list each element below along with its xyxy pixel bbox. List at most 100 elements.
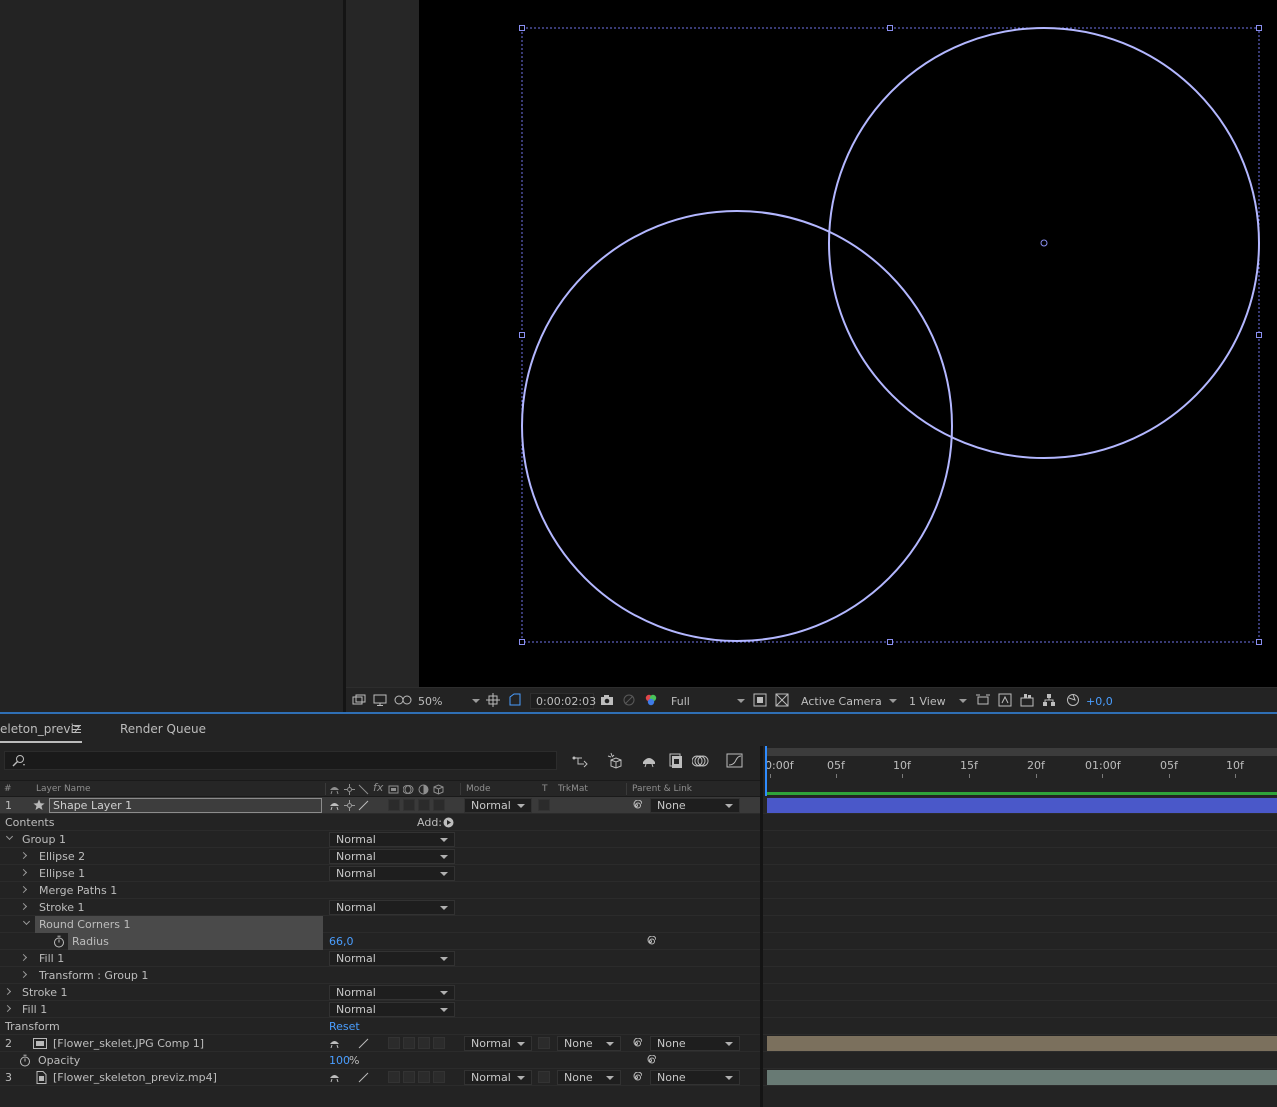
zoom-dropdown[interactable]: 50% [418,693,480,709]
group-fill-blend-dropdown[interactable]: Normal [329,951,455,966]
ellipse-1-row[interactable]: Ellipse 1 Normal [0,865,760,882]
fast-preview-icon[interactable] [753,693,767,707]
timeline-icon[interactable] [1020,693,1034,707]
show-snapshot-icon[interactable] [622,693,636,707]
collapse-chevron-icon[interactable] [19,868,28,877]
layer-row-flower-video[interactable]: 3 [Flower_skeleton_previz.mp4] Normal No… [0,1069,760,1086]
quality-switch-icon[interactable] [358,1038,369,1049]
switch-box[interactable] [433,1037,445,1049]
collapse-chevron-icon[interactable] [19,953,28,962]
switch-box[interactable] [403,1037,415,1049]
layer-row-shape-layer-1[interactable]: 1 Shape Layer 1 Normal None [0,797,760,814]
motion-blur-icon[interactable] [692,752,710,770]
resolution-dropdown[interactable]: Full [671,693,745,709]
timeline-graph[interactable]: 0:00f 05f 10f 15f 20f 01:00f 05f 10f [760,746,1277,1107]
switch-box[interactable] [388,1037,400,1049]
layer-name[interactable]: [Flower_skelet.JPG Comp 1] [53,1037,204,1050]
col-parent[interactable]: Parent & Link [632,784,692,794]
expand-chevron-icon[interactable] [5,832,14,841]
stroke-1-row[interactable]: Stroke 1 Normal [0,984,760,1001]
pickwhip-icon[interactable] [645,936,656,947]
current-time-display[interactable]: 0:00:02:03 [530,693,596,709]
mask-visibility-icon[interactable] [394,693,412,707]
flowchart-icon[interactable] [1042,693,1056,707]
fill-1-row[interactable]: Fill 1 Normal [0,1001,760,1018]
stopwatch-icon[interactable] [19,1054,31,1067]
collapse-switch-icon[interactable] [344,800,355,811]
layer-mode-dropdown[interactable]: Normal [464,1036,532,1051]
work-area-bar[interactable] [767,792,1277,795]
tab-render-queue[interactable]: Render Queue [120,722,206,736]
composition-canvas[interactable] [419,0,1277,687]
region-of-interest-icon[interactable] [508,693,522,707]
add-menu-play-icon[interactable] [443,817,454,828]
pickwhip-icon[interactable] [645,1055,656,1066]
parent-dropdown[interactable]: None [650,1070,740,1085]
transform-row[interactable]: Transform Reset [0,1018,760,1035]
group-1-row[interactable]: Group 1 Normal [0,831,760,848]
col-trkmat[interactable]: TrkMat [558,784,588,794]
current-time-indicator[interactable] [765,746,767,796]
pickwhip-icon[interactable] [631,800,642,811]
collapse-chevron-icon[interactable] [19,902,28,911]
channel-rgb-icon[interactable] [644,693,658,707]
collapse-chevron-icon[interactable] [19,970,28,979]
trkmat-dropdown[interactable]: None [557,1070,621,1085]
frame-blending-icon[interactable] [666,752,684,770]
panel-menu-icon[interactable] [72,725,81,733]
reset-exposure-icon[interactable] [1066,693,1080,707]
preserve-transparency-toggle[interactable] [538,799,550,811]
transform-reset-link[interactable]: Reset [329,1020,360,1033]
quality-switch-icon[interactable] [358,1072,369,1083]
fit-frame-icon[interactable] [486,693,500,707]
quality-switch-icon[interactable] [358,800,369,811]
pickwhip-icon[interactable] [631,1038,642,1049]
radius-property-row[interactable]: Radius 66,0 [0,933,760,950]
time-ruler[interactable]: 0:00f 05f 10f 15f 20f 01:00f 05f 10f [765,758,1277,778]
switch-box[interactable] [418,799,430,811]
layer-name-field[interactable]: Shape Layer 1 [49,798,322,813]
hide-shy-layers-icon[interactable] [640,752,658,770]
opacity-value[interactable]: 100 [329,1054,350,1067]
layer-3-duration-bar[interactable] [767,1070,1277,1085]
transform-group-row[interactable]: Transform : Group 1 [0,967,760,984]
group-fill-1-row[interactable]: Fill 1 Normal [0,950,760,967]
opacity-property-row[interactable]: Opacity 100 % [0,1052,760,1069]
draft-3d-icon[interactable] [606,752,624,770]
shy-switch-icon[interactable] [329,1038,340,1049]
transparency-grid-icon[interactable] [775,693,789,707]
trkmat-dropdown[interactable]: None [557,1036,621,1051]
stroke-blend-dropdown[interactable]: Normal [329,985,455,1000]
ellipse-1-blend-dropdown[interactable]: Normal [329,866,455,881]
switch-box[interactable] [403,799,415,811]
merge-paths-row[interactable]: Merge Paths 1 [0,882,760,899]
shape-layer-preview[interactable] [419,0,1277,687]
switch-box[interactable] [418,1037,430,1049]
expand-chevron-icon[interactable] [22,917,31,926]
pickwhip-icon[interactable] [631,1072,642,1083]
fill-blend-dropdown[interactable]: Normal [329,1002,455,1017]
stopwatch-icon[interactable] [53,935,65,948]
preserve-transparency-toggle[interactable] [538,1071,550,1083]
col-mode[interactable]: Mode [466,784,491,794]
shy-switch-icon[interactable] [329,800,340,811]
graph-editor-icon[interactable] [726,752,744,770]
camera-view-dropdown[interactable]: Active Camera [801,693,897,709]
time-navigator[interactable] [765,748,1277,756]
layer-name[interactable]: [Flower_skeleton_previz.mp4] [53,1071,217,1084]
parent-dropdown[interactable]: None [650,1036,740,1051]
fast-draft-icon[interactable] [998,693,1012,707]
col-layer-name[interactable]: Layer Name [36,784,91,794]
radius-value[interactable]: 66,0 [329,935,354,948]
collapse-chevron-icon[interactable] [19,885,28,894]
group-1-blend-dropdown[interactable]: Normal [329,832,455,847]
switch-box[interactable] [403,1071,415,1083]
switch-box[interactable] [433,799,445,811]
switch-box[interactable] [433,1071,445,1083]
snapshot-camera-icon[interactable] [600,693,614,707]
round-corners-row[interactable]: Round Corners 1 [0,916,760,933]
always-preview-icon[interactable] [352,693,366,707]
group-stroke-blend-dropdown[interactable]: Normal [329,900,455,915]
switch-box[interactable] [418,1071,430,1083]
ellipse-2-row[interactable]: Ellipse 2 Normal [0,848,760,865]
